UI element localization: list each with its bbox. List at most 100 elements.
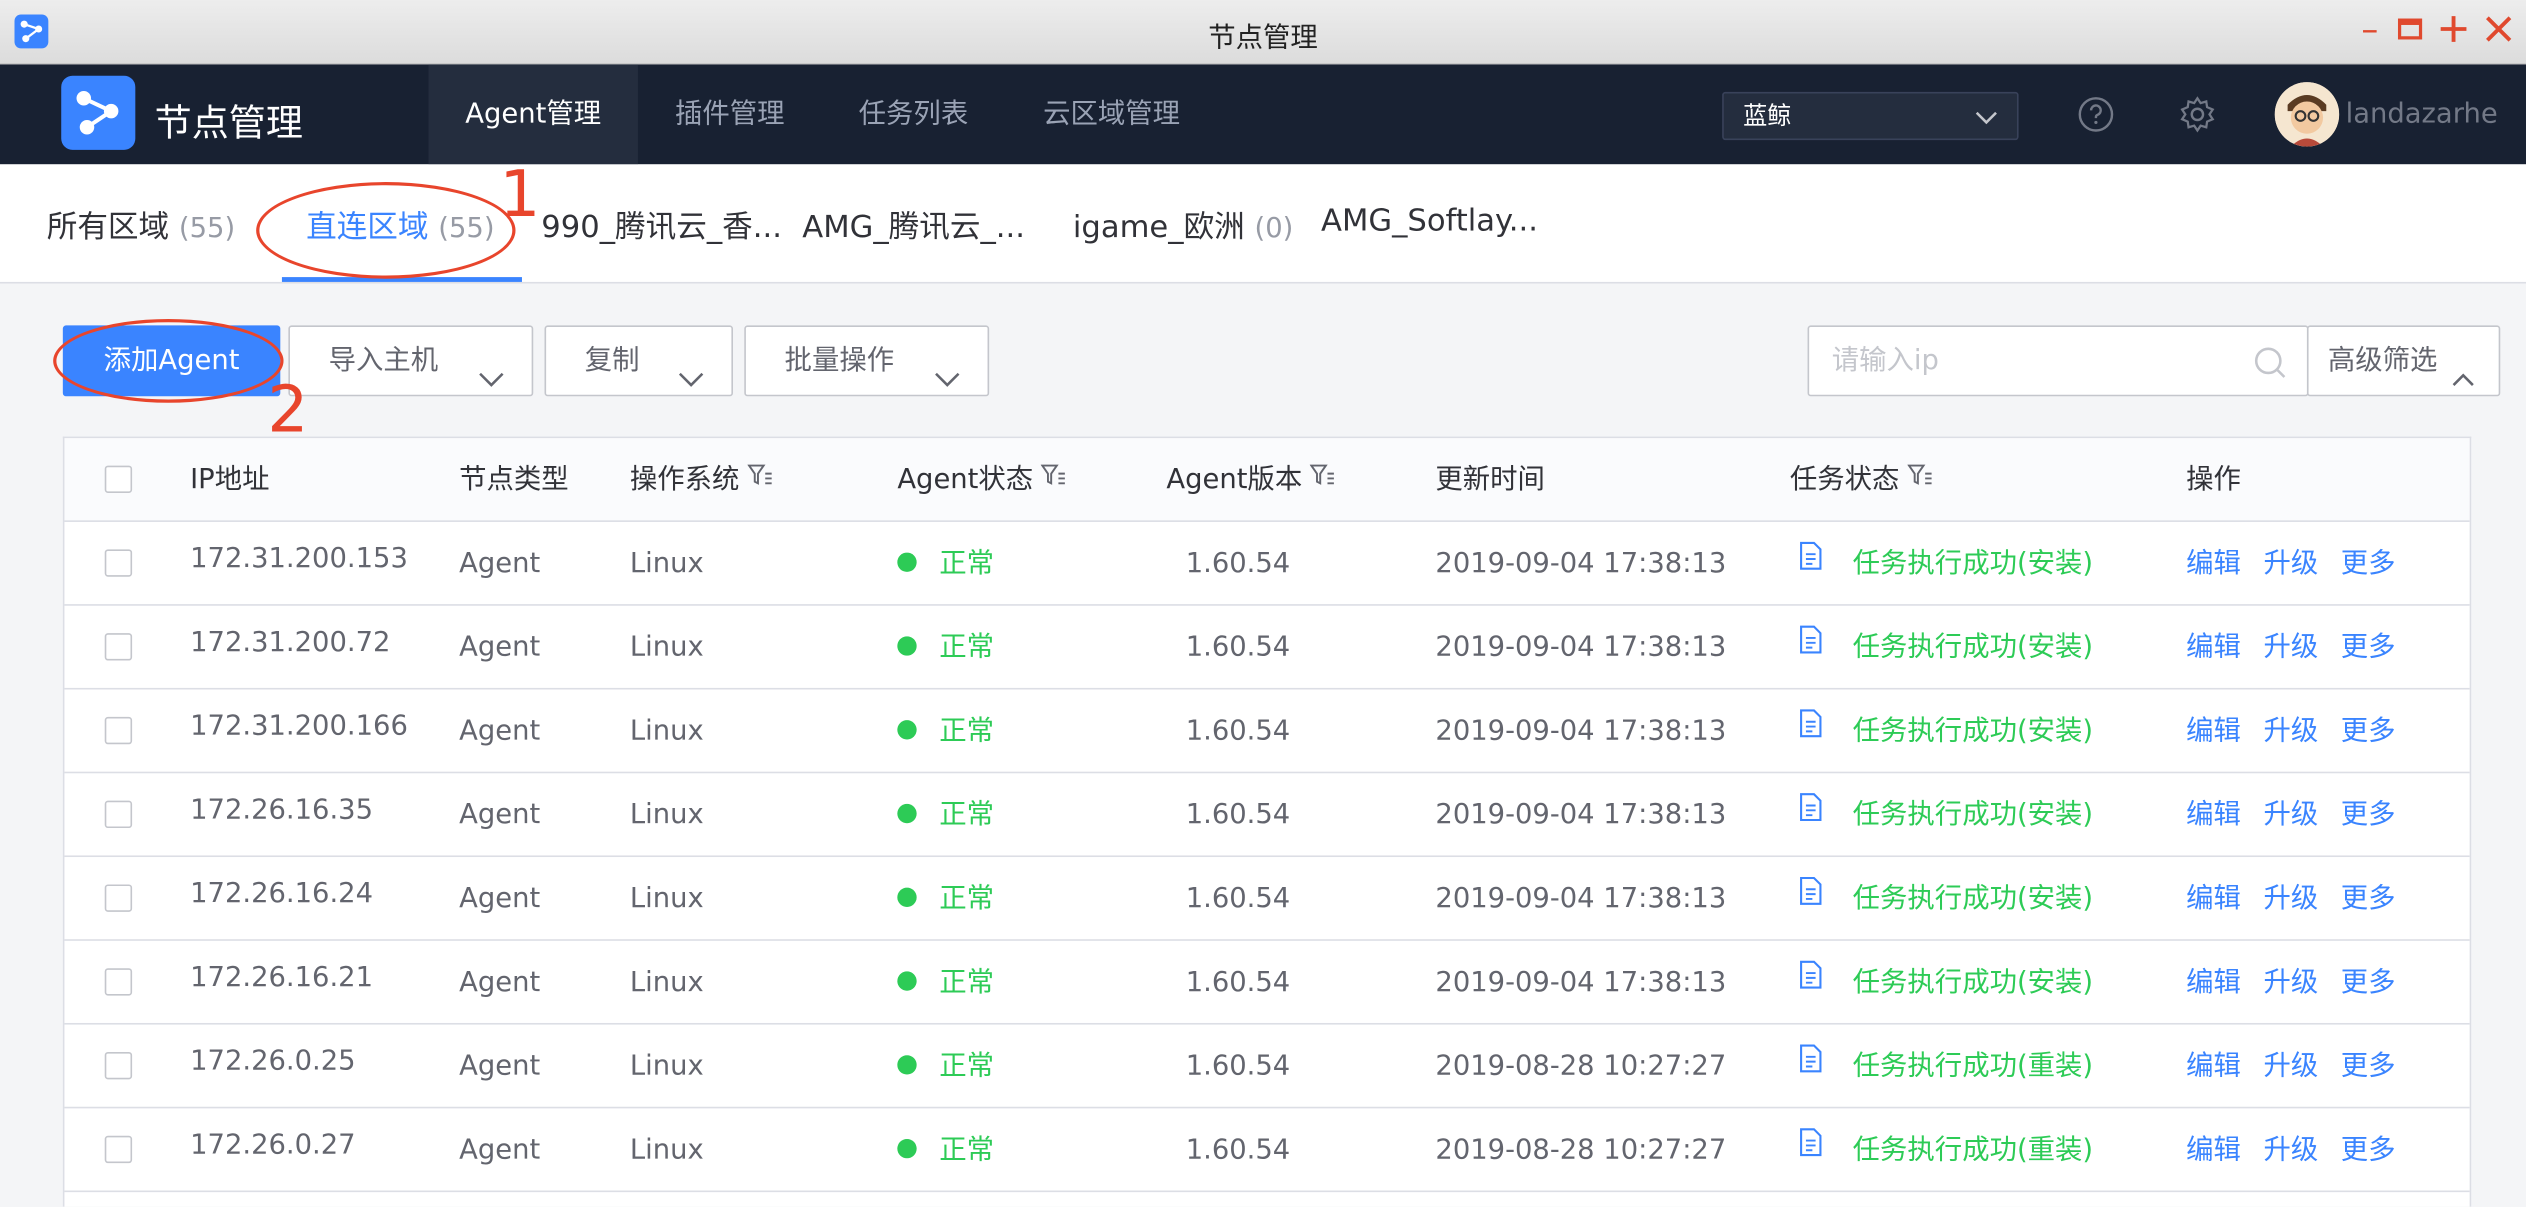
task-status-text[interactable]: 任务执行成功(安装) <box>1853 883 2093 915</box>
cell-node-type: Agent <box>459 1050 541 1083</box>
upgrade-link[interactable]: 升级 <box>2263 715 2318 747</box>
column-header-task-status[interactable]: 任务状态 <box>1790 438 1933 522</box>
task-log-icon[interactable] <box>1798 687 1824 771</box>
advanced-filter-button[interactable]: 高级筛选 <box>2306 325 2501 397</box>
row-checkbox[interactable] <box>104 968 133 996</box>
task-log-icon[interactable] <box>1798 1106 1824 1190</box>
close-icon[interactable] <box>2481 10 2516 49</box>
region-tab-name: 990_腾讯云_香... <box>541 209 782 245</box>
task-log-icon[interactable] <box>1798 603 1824 687</box>
edit-link[interactable]: 编辑 <box>2186 715 2241 747</box>
row-checkbox[interactable] <box>104 633 133 661</box>
cell-ip: 172.31.200.166 <box>190 710 408 743</box>
cell-agent-status: 正常 <box>897 773 994 857</box>
edit-link[interactable]: 编辑 <box>2186 548 2241 580</box>
more-link[interactable]: 更多 <box>2341 548 2396 580</box>
edit-link[interactable]: 编辑 <box>2186 1050 2241 1082</box>
more-link[interactable]: 更多 <box>2341 715 2396 747</box>
task-log-icon[interactable] <box>1798 938 1824 1022</box>
upgrade-link[interactable]: 升级 <box>2263 799 2318 831</box>
business-select[interactable]: 蓝鲸 <box>1722 91 2019 141</box>
region-tab-amg-softlayer[interactable]: AMG_Softlay... <box>1321 203 1538 238</box>
task-log-icon[interactable] <box>1798 855 1824 939</box>
more-link[interactable]: 更多 <box>2341 799 2396 831</box>
column-header-label: 任务状态 <box>1789 463 1900 497</box>
upgrade-link[interactable]: 升级 <box>2263 967 2318 999</box>
nav-tab-agent[interactable]: Agent管理 <box>428 64 638 165</box>
row-checkbox[interactable] <box>104 1135 133 1164</box>
cell-os: Linux <box>629 547 704 580</box>
upgrade-link[interactable]: 升级 <box>2263 632 2318 664</box>
edit-link[interactable]: 编辑 <box>2186 632 2241 664</box>
cell-agent-version: 1.60.54 <box>1185 799 1291 832</box>
row-checkbox[interactable] <box>104 884 133 912</box>
edit-link[interactable]: 编辑 <box>2186 967 2241 999</box>
more-link[interactable]: 更多 <box>2341 883 2396 915</box>
cell-agent-status: 正常 <box>897 941 994 1025</box>
column-header-os[interactable]: 操作系统 <box>630 438 773 522</box>
filter-icon[interactable] <box>1040 438 1067 519</box>
task-status-text[interactable]: 任务执行成功(安装) <box>1853 548 2093 580</box>
task-status-text[interactable]: 任务执行成功(重装) <box>1853 1050 2093 1082</box>
more-link[interactable]: 更多 <box>2341 967 2396 999</box>
task-status-text[interactable]: 任务执行成功(重装) <box>1853 1134 2093 1166</box>
upgrade-link[interactable]: 升级 <box>2263 1050 2318 1082</box>
cell-ip: 172.26.0.27 <box>190 1129 356 1162</box>
task-log-icon[interactable] <box>1798 1022 1824 1106</box>
table-header: IP地址 节点类型 操作系统 Agent状态 Agent版本 更新时间 任务状态… <box>64 438 2470 522</box>
filter-icon[interactable] <box>1907 438 1933 519</box>
upgrade-link[interactable]: 升级 <box>2263 548 2318 580</box>
more-link[interactable]: 更多 <box>2341 632 2396 664</box>
more-link[interactable]: 更多 <box>2341 1050 2396 1082</box>
more-link[interactable]: 更多 <box>2341 1134 2396 1166</box>
maximize-icon[interactable] <box>2392 10 2427 49</box>
task-log-icon[interactable] <box>1798 520 1824 604</box>
copy-button[interactable]: 复制 <box>544 325 734 397</box>
cell-node-type: Agent <box>459 882 541 916</box>
upgrade-link[interactable]: 升级 <box>2263 1134 2318 1166</box>
logo-icon <box>61 75 136 150</box>
task-status-text[interactable]: 任务执行成功(安装) <box>1853 799 2093 831</box>
username[interactable]: landazarhe <box>2346 98 2498 130</box>
nav-tab-cloud-area[interactable]: 云区域管理 <box>1018 64 1205 164</box>
chevron-down-icon <box>677 350 706 418</box>
row-checkbox[interactable] <box>104 800 133 829</box>
gear-icon[interactable] <box>2178 95 2217 140</box>
cell-os: Linux <box>629 799 704 832</box>
search-icon[interactable] <box>2252 345 2287 387</box>
minimize-icon[interactable]: – <box>2352 10 2387 49</box>
chevron-down-icon <box>1972 101 2001 146</box>
task-status-text[interactable]: 任务执行成功(安装) <box>1853 632 2093 664</box>
filter-icon[interactable] <box>747 438 774 519</box>
edit-link[interactable]: 编辑 <box>2186 799 2241 831</box>
edit-link[interactable]: 编辑 <box>2186 1134 2241 1166</box>
filter-icon[interactable] <box>1310 438 1336 519</box>
upgrade-link[interactable]: 升级 <box>2263 883 2318 915</box>
help-icon[interactable] <box>2077 95 2116 140</box>
region-tab-all[interactable]: 所有区域 (55) <box>47 203 235 246</box>
import-host-button[interactable]: 导入主机 <box>288 325 534 397</box>
column-header-label: Agent版本 <box>1166 463 1303 497</box>
ip-search-input[interactable] <box>1828 328 2248 394</box>
region-tab-name: 所有区域 <box>46 209 170 245</box>
task-status-text[interactable]: 任务执行成功(安装) <box>1853 967 2093 999</box>
row-checkbox[interactable] <box>104 1051 133 1080</box>
edit-link[interactable]: 编辑 <box>2186 883 2241 915</box>
row-checkbox[interactable] <box>104 549 133 577</box>
task-log-icon[interactable] <box>1798 771 1824 855</box>
row-checkbox[interactable] <box>104 716 133 745</box>
task-status-text[interactable]: 任务执行成功(安装) <box>1853 715 2093 747</box>
column-header-agent-version[interactable]: Agent版本 <box>1166 438 1336 522</box>
batch-operation-button[interactable]: 批量操作 <box>744 325 990 397</box>
column-header-agent-status[interactable]: Agent状态 <box>897 438 1067 522</box>
region-tab-igame-europe[interactable]: igame_欧洲 (0) <box>1073 203 1293 246</box>
select-all-checkbox[interactable] <box>104 465 133 493</box>
nav-tab-tasks[interactable]: 任务列表 <box>834 64 992 164</box>
top-nav: 节点管理 Agent管理 插件管理 任务列表 云区域管理 蓝鲸 landazar… <box>0 64 2526 165</box>
region-tab-amg-tencent[interactable]: AMG_腾讯云_... <box>802 203 1025 246</box>
region-tab-990-tencent[interactable]: 990_腾讯云_香... <box>541 203 782 246</box>
nav-tab-plugin[interactable]: 插件管理 <box>651 64 809 164</box>
avatar[interactable] <box>2274 82 2340 147</box>
cell-agent-status: 正常 <box>897 606 994 690</box>
add-window-icon[interactable] <box>2436 10 2471 49</box>
